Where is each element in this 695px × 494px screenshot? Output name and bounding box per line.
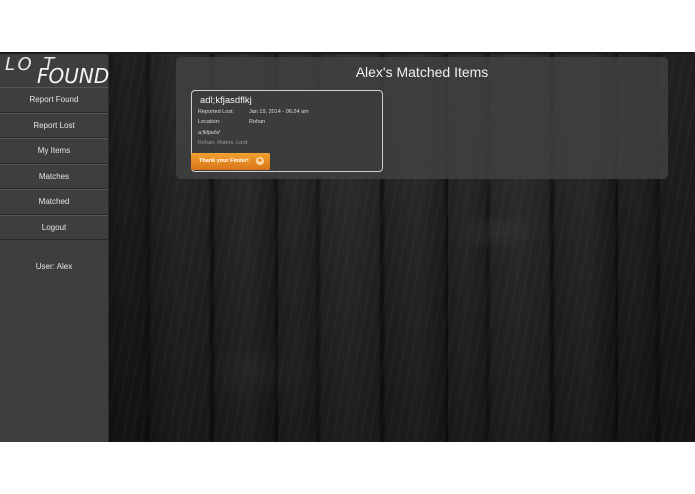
- top-border: [0, 52, 695, 54]
- logo: LO T FOUND: [0, 52, 110, 88]
- matched-items-panel: Alex's Matched Items adl;kfjasdflkj Repo…: [176, 57, 668, 179]
- user-label: User: Alex: [35, 262, 73, 271]
- item-title: adl;kfjasdflkj: [200, 95, 252, 106]
- reported-value: Jan 19, 2014 - 06:24 am: [249, 109, 309, 115]
- app-frame: LO T FOUND Report Found Report Lost My I…: [0, 52, 695, 442]
- sidebar-item-report-found[interactable]: Report Found: [0, 87, 108, 113]
- reported-row: Reported Lost: Jan 19, 2014 - 06:24 am: [198, 109, 309, 115]
- page-title: Alex's Matched Items: [355, 64, 489, 80]
- sidebar-item-matched[interactable]: Matched: [0, 189, 108, 215]
- location-label: Location:: [198, 119, 221, 125]
- item-card: adl;kfjasdflkj Reported Lost: Jan 19, 20…: [191, 90, 383, 172]
- thank-finder-button[interactable]: Thank your Finder! ➤: [191, 153, 270, 170]
- item-tags: Rohan, Riders, Lord,: [198, 140, 249, 146]
- location-row: Location: Rohan: [198, 119, 265, 125]
- thank-finder-label: Thank your Finder!: [199, 158, 249, 164]
- sidebar-item-matches[interactable]: Matches: [0, 163, 108, 189]
- arrow-right-icon: ➤: [256, 157, 264, 165]
- location-value: Rohan: [249, 119, 266, 125]
- sidebar-item-my-items[interactable]: My Items: [0, 138, 108, 164]
- sidebar-item-logout[interactable]: Logout: [0, 214, 108, 240]
- reported-label: Reported Lost:: [198, 109, 235, 115]
- sidebar-item-report-lost[interactable]: Report Lost: [0, 112, 108, 138]
- sidebar: LO T FOUND Report Found Report Lost My I…: [0, 52, 109, 442]
- item-description: a;lkfjadsf: [198, 130, 220, 136]
- sidebar-nav: Report Found Report Lost My Items Matche…: [0, 87, 108, 240]
- logo-line2: FOUND: [37, 64, 110, 88]
